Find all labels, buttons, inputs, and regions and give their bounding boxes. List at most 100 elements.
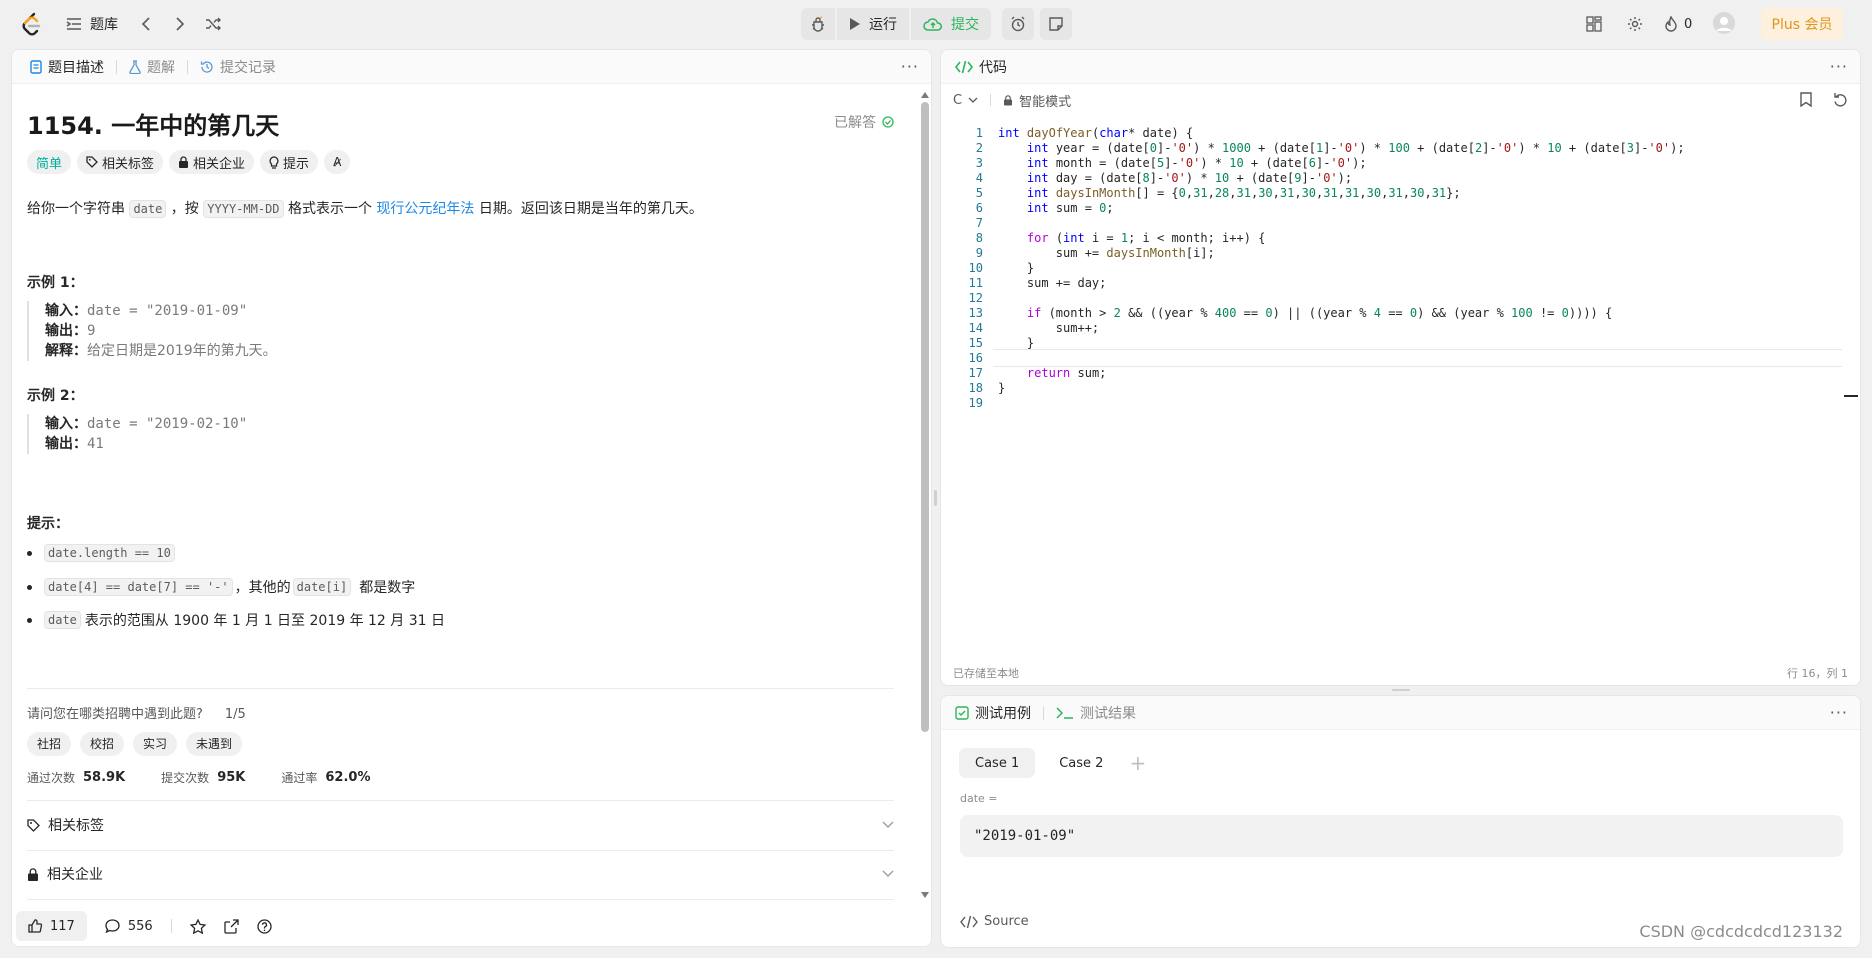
smart-mode-toggle[interactable]: 智能模式 [1003,91,1071,110]
stat-value: 62.0% [325,770,371,785]
example-row: 解释：给定日期是2019年的第九天。 [45,341,277,361]
related-tags-button[interactable]: 相关标签 [77,150,164,174]
survey-options: 社招 校招 实习 未遇到 [27,732,243,756]
stat-label: 通过次数 [27,771,76,785]
more-options-icon[interactable]: ··· [901,57,919,76]
source-button[interactable]: Source [960,914,1029,929]
inline-code: date [129,200,167,218]
scroll-down-arrow[interactable] [921,892,929,898]
problem-footer: 117 556 [12,906,931,946]
section-divider [27,899,894,900]
param-input[interactable]: "2019-01-09" [960,815,1843,857]
debug-button[interactable] [801,8,835,40]
tab-code[interactable]: 代码 [951,50,1015,84]
section-divider [27,800,894,801]
inline-code: date[4] == date[7] == '-' [44,578,233,596]
survey-chip[interactable]: 社招 [27,732,72,756]
leetcode-logo[interactable] [20,12,42,36]
vertical-resize-handle[interactable] [934,490,937,506]
like-button[interactable]: 117 [16,911,87,941]
lock-icon [27,867,39,881]
tab-test-result[interactable]: 测试结果 [1048,696,1144,730]
scrollbar-thumb[interactable] [921,102,929,732]
example-2-block: 输入：date = "2019-02-10" 输出：41 [27,414,247,454]
history-icon [200,60,214,74]
problem-tabs: 题目描述 题解 提交记录 ··· [12,50,931,84]
tab-solutions[interactable]: 题解 [121,50,183,84]
survey-chip[interactable]: 未遇到 [186,732,243,756]
more-options-icon[interactable]: ··· [1830,57,1848,76]
problem-list-button[interactable]: 题库 [66,10,118,38]
lightbulb-icon [269,155,279,169]
desc-text: 格式表示一个 [283,201,377,217]
case-tab[interactable]: Case 1 [959,748,1036,778]
share-button[interactable] [224,918,239,934]
tab-description-label: 题目描述 [48,59,104,76]
add-case-icon[interactable]: + [1129,751,1146,775]
reset-code-button[interactable] [1833,92,1848,107]
horizontal-resize-handle[interactable] [1392,689,1410,691]
desc-text: 日期。返回该日期是当年的第几天。 [474,201,703,217]
favorite-button[interactable] [189,918,206,934]
survey-chip[interactable]: 实习 [133,732,178,756]
hint-item: date 表示的范围从 1900 年 1 月 1 日至 2019 年 12 月 3… [27,610,445,630]
settings-button[interactable] [1620,9,1650,39]
smart-mode-label: 智能模式 [1019,94,1072,110]
checkbox-icon [955,705,969,720]
description-paragraph: 给你一个字符串 date ，按 YYYY-MM-DD 格式表示一个 现行公元纪年… [27,198,703,220]
lock-icon [178,156,189,168]
plus-membership-button[interactable]: Plus 会员 [1761,8,1843,40]
tab-submissions[interactable]: 提交记录 [192,50,284,84]
bug-icon [810,16,826,32]
example-2-heading: 示例 2： [27,388,84,404]
run-button[interactable]: 运行 [837,8,909,40]
streak-counter[interactable]: 0 [1664,12,1692,36]
scroll-up-arrow[interactable] [921,92,929,98]
flame-icon [1664,16,1678,32]
code-icon [955,60,973,74]
comment-icon [105,919,120,933]
translate-button[interactable]: A̷ [324,150,351,174]
code-line[interactable]: 19 [941,394,1860,412]
comments-button[interactable]: 556 [105,919,153,934]
related-companies-button[interactable]: 相关企业 [169,150,255,174]
accordion-related-tags[interactable]: 相关标签 [27,812,894,838]
tab-code-label: 代码 [979,59,1007,76]
next-problem-button[interactable] [165,9,195,39]
language-select[interactable]: C [953,93,978,108]
alarm-clock-icon [1010,16,1026,32]
avatar[interactable] [1713,12,1735,34]
tab-divider [187,59,188,74]
chevron-down-icon [882,870,894,878]
survey-chip[interactable]: 校招 [80,732,125,756]
document-icon [30,59,42,74]
example-key: 输入： [45,303,87,319]
example-row: 输入：date = "2019-02-10" [45,414,247,434]
check-circle-icon [882,116,894,128]
help-button[interactable] [257,918,272,934]
tab-testcase[interactable]: 测试用例 [951,696,1039,730]
accordion-related-companies[interactable]: 相关企业 [27,861,894,887]
submit-button[interactable]: 提交 [911,8,991,40]
code-editor[interactable]: 1 int dayOfYear(char* date) {2 int year =… [941,124,1860,624]
random-problem-button[interactable] [198,9,228,39]
notes-button[interactable] [1040,8,1072,40]
case-tab[interactable]: Case 2 [1043,748,1119,778]
list-icon [66,17,82,31]
tab-description[interactable]: 题目描述 [22,50,112,84]
related-companies-label: 相关企业 [193,156,246,172]
hints-button[interactable]: 提示 [260,150,319,174]
calendar-link[interactable]: 现行公元纪年法 [376,201,474,217]
more-options-icon[interactable]: ··· [1830,703,1848,722]
timer-button[interactable] [1002,8,1034,40]
example-row: 输出：9 [45,321,277,341]
bookmark-button[interactable] [1800,92,1812,107]
lock-icon [1003,94,1013,106]
desc-text: ，按 [166,201,204,217]
layout-button[interactable] [1579,9,1609,39]
difficulty-label: 简单 [36,156,63,172]
survey-progress: 1/5 [224,707,246,722]
accordion-label: 相关企业 [47,867,103,883]
prev-problem-button[interactable] [131,9,161,39]
cursor-position: 行 16，列 1 [1787,667,1848,680]
